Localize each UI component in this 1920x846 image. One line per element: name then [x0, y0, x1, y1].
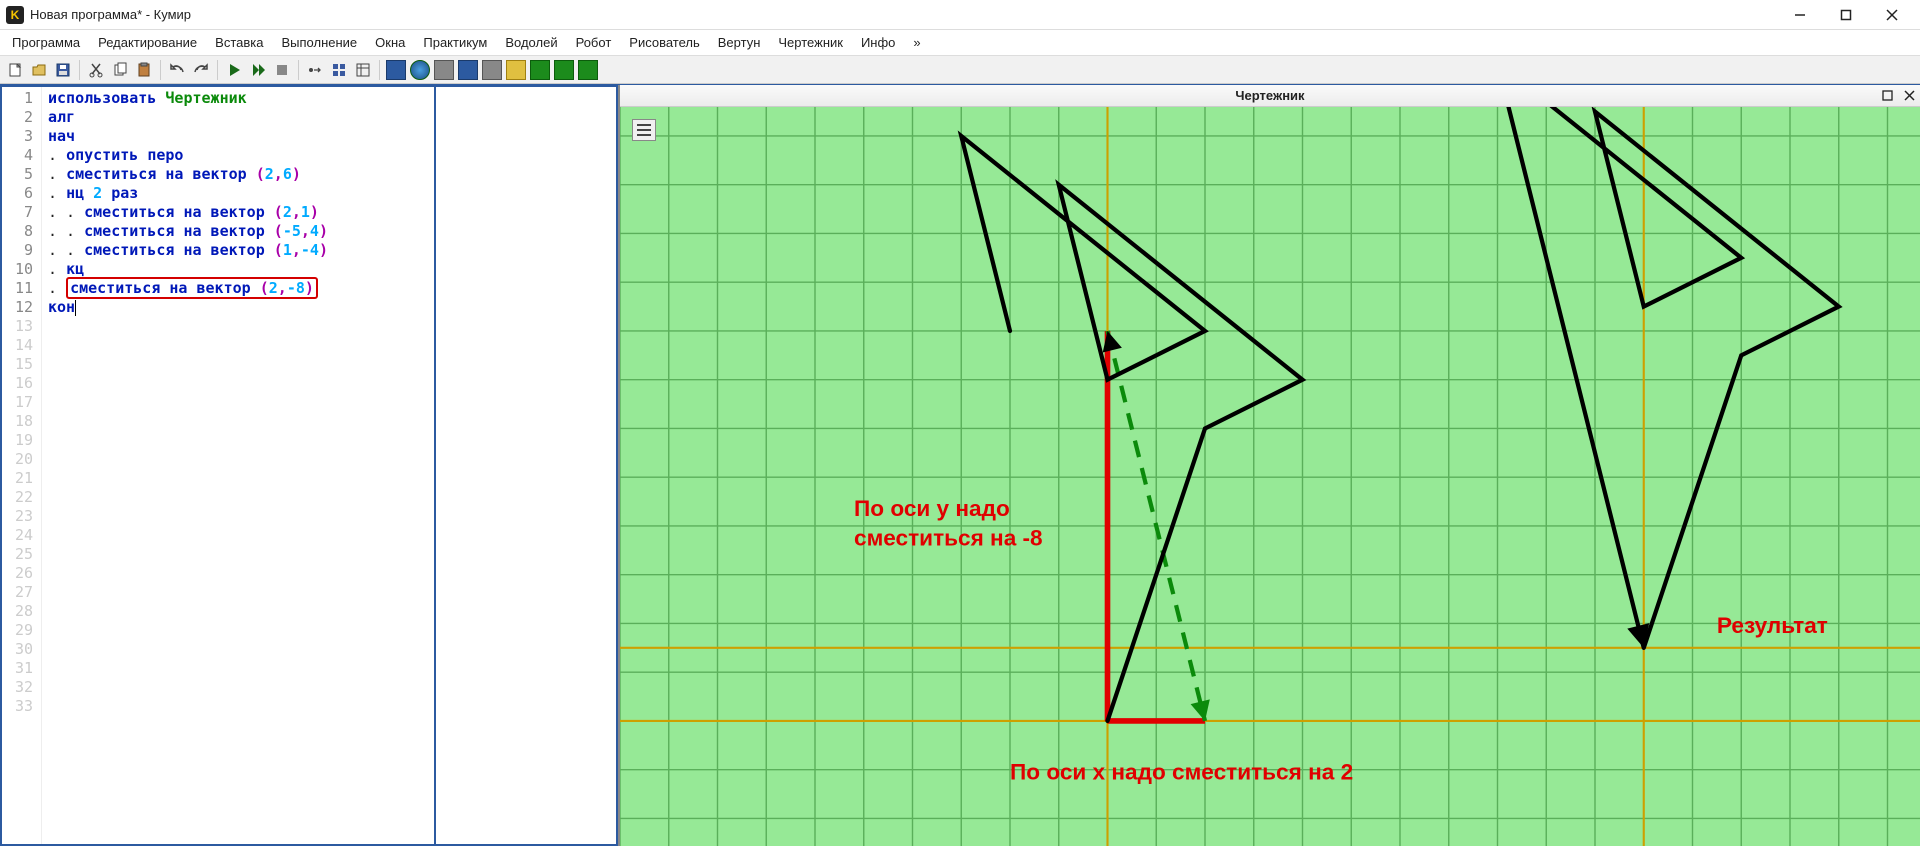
new-file-button[interactable] [4, 59, 26, 81]
actor-4-button[interactable] [457, 59, 479, 81]
menu-12[interactable]: » [905, 32, 928, 53]
canvas-menu-button[interactable] [632, 119, 656, 141]
run-button[interactable] [223, 59, 245, 81]
paste-button[interactable] [133, 59, 155, 81]
menu-11[interactable]: Инфо [853, 32, 903, 53]
menu-1[interactable]: Редактирование [90, 32, 205, 53]
code-line[interactable]: алг [48, 108, 428, 127]
code-line[interactable]: кон [48, 298, 428, 317]
menu-3[interactable]: Выполнение [273, 32, 365, 53]
code-line[interactable]: . сместиться на вектор (2,-8) [48, 279, 428, 298]
actor-3-button[interactable] [433, 59, 455, 81]
code-line[interactable]: использовать Чертежник [48, 89, 428, 108]
code-line[interactable]: . сместиться на вектор (2,6) [48, 165, 428, 184]
minimize-button[interactable] [1778, 1, 1822, 29]
save-file-button[interactable] [52, 59, 74, 81]
menu-8[interactable]: Рисователь [621, 32, 707, 53]
editor[interactable]: 1234567891011121314151617181920212223242… [0, 85, 618, 846]
actor-1-button[interactable] [385, 59, 407, 81]
menu-0[interactable]: Программа [4, 32, 88, 53]
maximize-button[interactable] [1824, 1, 1868, 29]
copy-button[interactable] [109, 59, 131, 81]
actors-panel-button[interactable] [352, 59, 374, 81]
undo-button[interactable] [166, 59, 188, 81]
code-line[interactable]: . нц 2 раз [48, 184, 428, 203]
actor-7-button[interactable] [529, 59, 551, 81]
actor-5-button[interactable] [481, 59, 503, 81]
right-pane: Чертежник По оси y надосместиться на -8П… [620, 85, 1920, 846]
code-area[interactable]: использовать Чертежникалгнач. опустить п… [42, 87, 436, 844]
main-area: 1234567891011121314151617181920212223242… [0, 84, 1920, 846]
margin-area [436, 87, 616, 844]
menu-6[interactable]: Водолей [497, 32, 565, 53]
drawing-canvas[interactable]: По оси y надо сместиться на -8 По оси x на… [620, 107, 1920, 846]
menu-7[interactable]: Робот [568, 32, 620, 53]
cut-button[interactable] [85, 59, 107, 81]
code-line[interactable]: . . сместиться на вектор (1,-4) [48, 241, 428, 260]
menu-10[interactable]: Чертежник [770, 32, 851, 53]
run-step-button[interactable] [247, 59, 269, 81]
menu-2[interactable]: Вставка [207, 32, 271, 53]
menu-4[interactable]: Окна [367, 32, 413, 53]
code-line[interactable]: . . сместиться на вектор (2,1) [48, 203, 428, 222]
right-pane-titlebar: Чертежник [620, 85, 1920, 107]
code-line[interactable]: нач [48, 127, 428, 146]
right-pane-maximize[interactable] [1876, 86, 1898, 106]
right-pane-title: Чертежник [664, 88, 1876, 103]
open-file-button[interactable] [28, 59, 50, 81]
actor-2-button[interactable] [409, 59, 431, 81]
app-icon: K [6, 6, 24, 24]
svg-text:Результат: Результат [1717, 613, 1828, 638]
actors-toggle-button[interactable] [328, 59, 350, 81]
svg-text:По оси x надо сместиться на 2: По оси x надо сместиться на 2 [1010, 759, 1353, 784]
window-title: Новая программа* - Кумир [30, 7, 1778, 22]
menubar: ПрограммаРедактированиеВставкаВыполнение… [0, 30, 1920, 56]
step-marker-button[interactable] [304, 59, 326, 81]
redo-button[interactable] [190, 59, 212, 81]
line-gutter: 1234567891011121314151617181920212223242… [2, 87, 42, 844]
left-pane: 1234567891011121314151617181920212223242… [0, 85, 620, 846]
window-controls [1778, 1, 1914, 29]
actor-8-button[interactable] [553, 59, 575, 81]
right-pane-close[interactable] [1898, 86, 1920, 106]
stop-button[interactable] [271, 59, 293, 81]
menu-5[interactable]: Практикум [415, 32, 495, 53]
close-button[interactable] [1870, 1, 1914, 29]
menu-9[interactable]: Вертун [710, 32, 769, 53]
actor-9-button[interactable] [577, 59, 599, 81]
code-line[interactable]: . опустить перо [48, 146, 428, 165]
svg-text:По оси y надо: По оси y надо [854, 496, 1010, 521]
actor-6-button[interactable] [505, 59, 527, 81]
titlebar: K Новая программа* - Кумир [0, 0, 1920, 30]
toolbar [0, 56, 1920, 84]
code-line[interactable]: . . сместиться на вектор (-5,4) [48, 222, 428, 241]
svg-text:сместиться на -8: сместиться на -8 [854, 525, 1043, 550]
